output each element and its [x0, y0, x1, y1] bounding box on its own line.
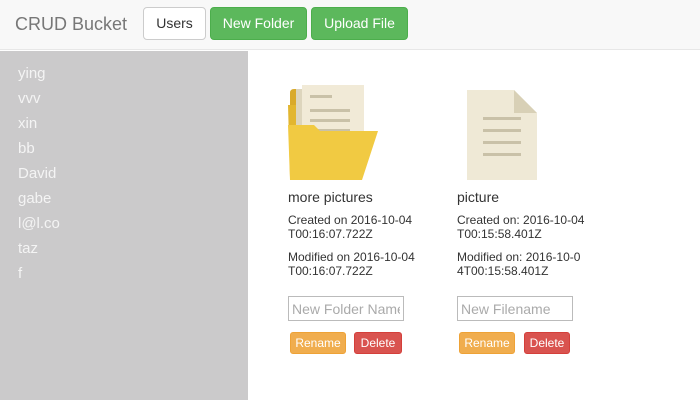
users-button[interactable]: Users — [143, 7, 206, 40]
app-brand[interactable]: CRUD Bucket — [15, 14, 127, 35]
new-folder-button[interactable]: New Folder — [210, 7, 307, 40]
created-date: Created on: 2016-10-04T00:15:58.401Z — [457, 213, 585, 241]
user-list-item[interactable]: vvv — [0, 86, 248, 111]
rename-button[interactable]: Rename — [290, 332, 346, 354]
new-filename-input[interactable] — [457, 296, 573, 321]
user-list-item[interactable]: xin — [0, 111, 248, 136]
item-name[interactable]: picture — [457, 189, 499, 205]
modified-date: Modified on 2016-10-04T00:16:07.722Z — [288, 250, 415, 278]
modified-date: Modified on: 2016-10-04T00:15:58.401Z — [457, 250, 581, 278]
user-list-item[interactable]: f — [0, 261, 248, 286]
created-date: Created on 2016-10-04T00:16:07.722Z — [288, 213, 413, 241]
user-list-item[interactable]: l@l.co — [0, 211, 248, 236]
user-list-item[interactable]: ying — [0, 61, 248, 86]
item-name[interactable]: more pictures — [288, 189, 373, 205]
navbar: CRUD Bucket Users New Folder Upload File — [0, 0, 700, 50]
user-sidebar: ying vvv xin bb David gabe l@l.co taz f — [0, 51, 248, 400]
upload-file-button[interactable]: Upload File — [311, 7, 408, 40]
folder-icon[interactable] — [288, 85, 380, 181]
user-list-item[interactable]: taz — [0, 236, 248, 261]
new-folder-name-input[interactable] — [288, 296, 404, 321]
delete-button[interactable]: Delete — [354, 332, 402, 354]
user-list: ying vvv xin bb David gabe l@l.co taz f — [0, 51, 248, 286]
user-list-item[interactable]: David — [0, 161, 248, 186]
delete-button[interactable]: Delete — [524, 332, 570, 354]
user-list-item[interactable]: bb — [0, 136, 248, 161]
user-list-item[interactable]: gabe — [0, 186, 248, 211]
file-icon[interactable] — [457, 85, 537, 181]
rename-button[interactable]: Rename — [459, 332, 515, 354]
